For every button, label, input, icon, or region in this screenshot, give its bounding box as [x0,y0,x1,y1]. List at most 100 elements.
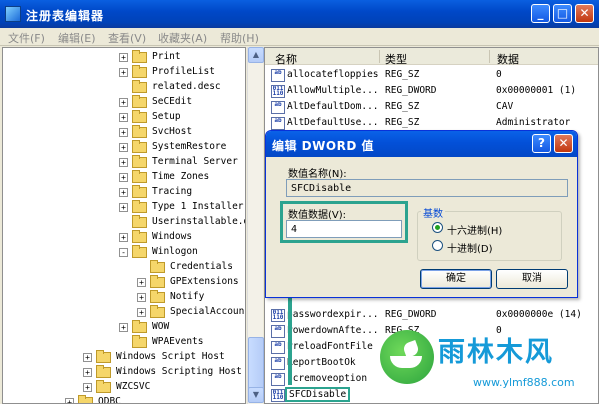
scroll-up-arrow-icon[interactable]: ▲ [248,47,264,63]
list-header: 名称 类型 数据 [265,48,598,67]
hex-radio[interactable] [432,222,443,233]
tree-item-label[interactable]: SystemRestore [152,141,226,152]
tree-item-label[interactable]: ODBC [98,396,121,403]
tree-item-label[interactable]: Print [152,51,181,62]
expand-icon[interactable]: + [119,98,128,107]
maximize-button[interactable]: □ [553,4,572,23]
tree-item-label[interactable]: Userinstallable.d [152,216,245,227]
value-data-label: 数值数据(V): [288,210,347,221]
value-name: passwordexpir... [287,309,379,320]
value-type: REG_SZ [385,69,420,80]
value-row[interactable]: ab allocatefloppies REG_SZ 0 [269,67,598,84]
value-type: REG_SZ [385,101,420,112]
expand-icon[interactable]: + [65,398,74,403]
tree-item-label[interactable]: Setup [152,111,181,122]
expand-icon[interactable]: + [119,233,128,242]
value-name: PowerdownAfte... [287,325,379,336]
tree-item-label[interactable]: WOW [152,321,169,332]
expand-icon[interactable]: + [137,293,146,302]
help-button[interactable]: ? [532,134,551,153]
column-type[interactable]: 类型 [385,51,407,67]
tree-item-label[interactable]: Time Zones [152,171,209,182]
scroll-down-arrow-icon[interactable]: ▼ [248,387,264,403]
tree-item-label[interactable]: SpecialAccoun [170,306,244,317]
dialog-close-button[interactable]: ✕ [554,134,573,153]
value-type: REG_DWORD [385,85,437,96]
base-label: 基数 [421,205,445,220]
tree-item-label[interactable]: WZCSVC [116,381,150,392]
expand-icon[interactable]: + [119,158,128,167]
folder-icon [132,185,147,198]
value-name: allocatefloppies [287,69,379,80]
folder-icon [132,170,147,183]
value-data-input[interactable]: 4 [286,220,402,238]
value-row[interactable]: 011 110 passwordexpir... REG_DWORD 0x000000… [269,307,598,324]
tree-item-label[interactable]: ProfileList [152,66,215,77]
folder-icon [132,230,147,243]
tree-item-label[interactable]: Windows [152,231,192,242]
expand-icon[interactable]: + [119,113,128,122]
tree-item-label[interactable]: SeCEdit [152,96,192,107]
dec-radio-label[interactable]: 十进制(D) [447,240,493,255]
watermark-url: www.ylmf888.com [473,376,575,389]
folder-icon [132,155,147,168]
expand-icon[interactable]: + [137,278,146,287]
folder-icon [132,140,147,153]
expand-icon[interactable]: + [119,128,128,137]
tree-item-label[interactable]: Credentials [170,261,233,272]
value-data: Administrator [496,117,571,128]
tree-item-label[interactable]: GPExtensions [170,276,239,287]
folder-icon [96,380,111,393]
menu-edit[interactable]: 编辑(E) [58,30,96,46]
value-data: 0x0000000e (14) [496,309,582,320]
tree-item-label[interactable]: Tracing [152,186,192,197]
minimize-button[interactable]: _ [531,4,550,23]
menu-favorites[interactable]: 收藏夹(A) [158,30,207,46]
dword-value-icon: 011 110 [271,389,285,402]
expand-icon[interactable]: + [119,68,128,77]
column-data[interactable]: 数据 [497,51,519,67]
expand-icon[interactable]: + [119,188,128,197]
tree-scrollbar[interactable]: ▲ ▼ [247,47,264,404]
ok-button[interactable]: 确定 [420,269,492,289]
menu-file[interactable]: 文件(F) [8,30,45,46]
tree-item-label[interactable]: Terminal Server [152,156,238,167]
tree-item-label[interactable]: WPAEvents [152,336,203,347]
tree-item-label[interactable]: SvcHost [152,126,192,137]
string-value-icon: ab [271,373,285,386]
tree-item-label[interactable]: Winlogon [152,246,198,257]
expand-icon[interactable]: + [119,203,128,212]
menu-help[interactable]: 帮助(H) [220,30,259,46]
expand-icon[interactable]: + [119,323,128,332]
column-name[interactable]: 名称 [275,51,297,67]
expand-icon[interactable]: + [83,383,92,392]
tree-item-label[interactable]: Type 1 Installer [152,201,244,212]
value-data: 0 [496,69,502,80]
expand-icon[interactable]: + [83,368,92,377]
string-value-icon: ab [271,325,285,338]
cancel-button[interactable]: 取消 [496,269,568,289]
value-row[interactable]: 011 110 AllowMultiple... REG_DWORD 0x000000… [269,83,598,100]
registry-tree[interactable]: + Print + ProfileList related.desc + SeCEdit + S… [2,47,246,404]
folder-icon [132,245,147,258]
expand-icon[interactable]: + [119,173,128,182]
hex-radio-label[interactable]: 十六进制(H) [447,222,502,237]
expand-icon[interactable]: + [137,308,146,317]
expand-icon[interactable]: + [119,53,128,62]
value-row[interactable]: ab AltDefaultDom... REG_SZ CAV [269,99,598,116]
tree-item-label[interactable]: related.desc [152,81,221,92]
expand-icon[interactable]: + [83,353,92,362]
tree-item-label[interactable]: Notify [170,291,204,302]
close-button[interactable]: ✕ [575,4,594,23]
menu-view[interactable]: 查看(V) [108,30,146,46]
ylmf-logo-icon [380,330,434,384]
dword-value-icon: 011 110 [271,309,285,322]
dec-radio[interactable] [432,240,443,251]
selected-value-row[interactable]: 011 110 SFCDisable [269,387,598,403]
folder-icon [132,335,147,348]
value-name-field[interactable]: SFCDisable [286,179,568,197]
tree-item-label[interactable]: Windows Script Host [116,351,225,362]
collapse-icon[interactable]: - [119,248,128,257]
tree-item-label[interactable]: Windows Scripting Host [116,366,242,377]
expand-icon[interactable]: + [119,143,128,152]
